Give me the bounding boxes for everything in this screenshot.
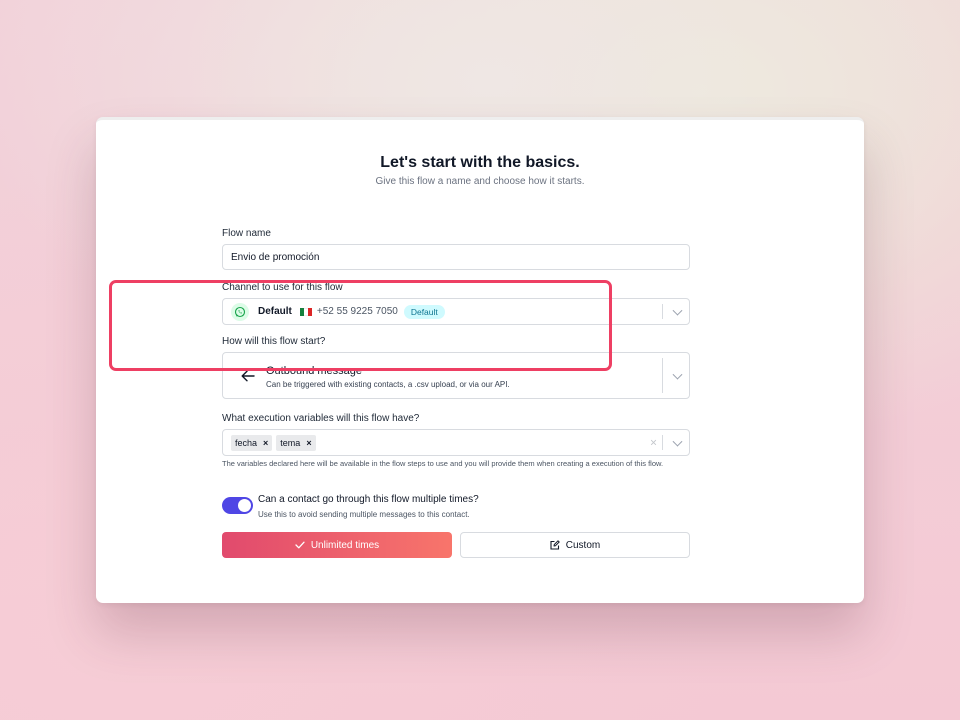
remove-tag-icon[interactable]: × [306, 438, 311, 448]
custom-button[interactable]: Custom [460, 532, 690, 558]
start-option-description: Can be triggered with existing contacts,… [266, 380, 510, 389]
variable-tag-label: fecha [235, 437, 258, 448]
flow-name-label: Flow name [222, 228, 271, 239]
select-separator [662, 435, 663, 450]
repeat-toggle-title: Can a contact go through this flow multi… [258, 494, 479, 505]
toggle-knob [238, 499, 251, 512]
select-separator [662, 358, 663, 393]
variables-label: What execution variables will this flow … [222, 413, 420, 424]
edit-icon [550, 540, 560, 550]
clear-icon[interactable]: × [650, 435, 657, 449]
unlimited-times-label: Unlimited times [310, 539, 380, 551]
chevron-down-icon[interactable] [672, 369, 683, 380]
repeat-toggle[interactable] [222, 497, 253, 514]
repeat-toggle-description: Use this to avoid sending multiple messa… [258, 510, 470, 519]
remove-tag-icon[interactable]: × [263, 438, 268, 448]
page-subtitle: Give this flow a name and choose how it … [375, 176, 585, 187]
flow-name-input[interactable] [223, 245, 689, 269]
check-icon [295, 541, 305, 549]
arrow-left-icon [241, 369, 255, 387]
variable-tag-label: tema [280, 437, 301, 448]
variables-hint: The variables declared here will be avai… [222, 459, 664, 468]
custom-label: Custom [565, 539, 601, 551]
variable-tag: fecha × [231, 434, 273, 451]
flow-name-field-wrapper [222, 244, 690, 270]
variables-highlight-frame [109, 280, 612, 371]
select-separator [662, 304, 663, 319]
variable-tag: tema × [276, 434, 316, 451]
unlimited-times-button[interactable]: Unlimited times [222, 532, 452, 558]
variables-multiselect[interactable]: fecha × tema × × [222, 429, 690, 456]
page-title: Let's start with the basics. [380, 154, 580, 171]
